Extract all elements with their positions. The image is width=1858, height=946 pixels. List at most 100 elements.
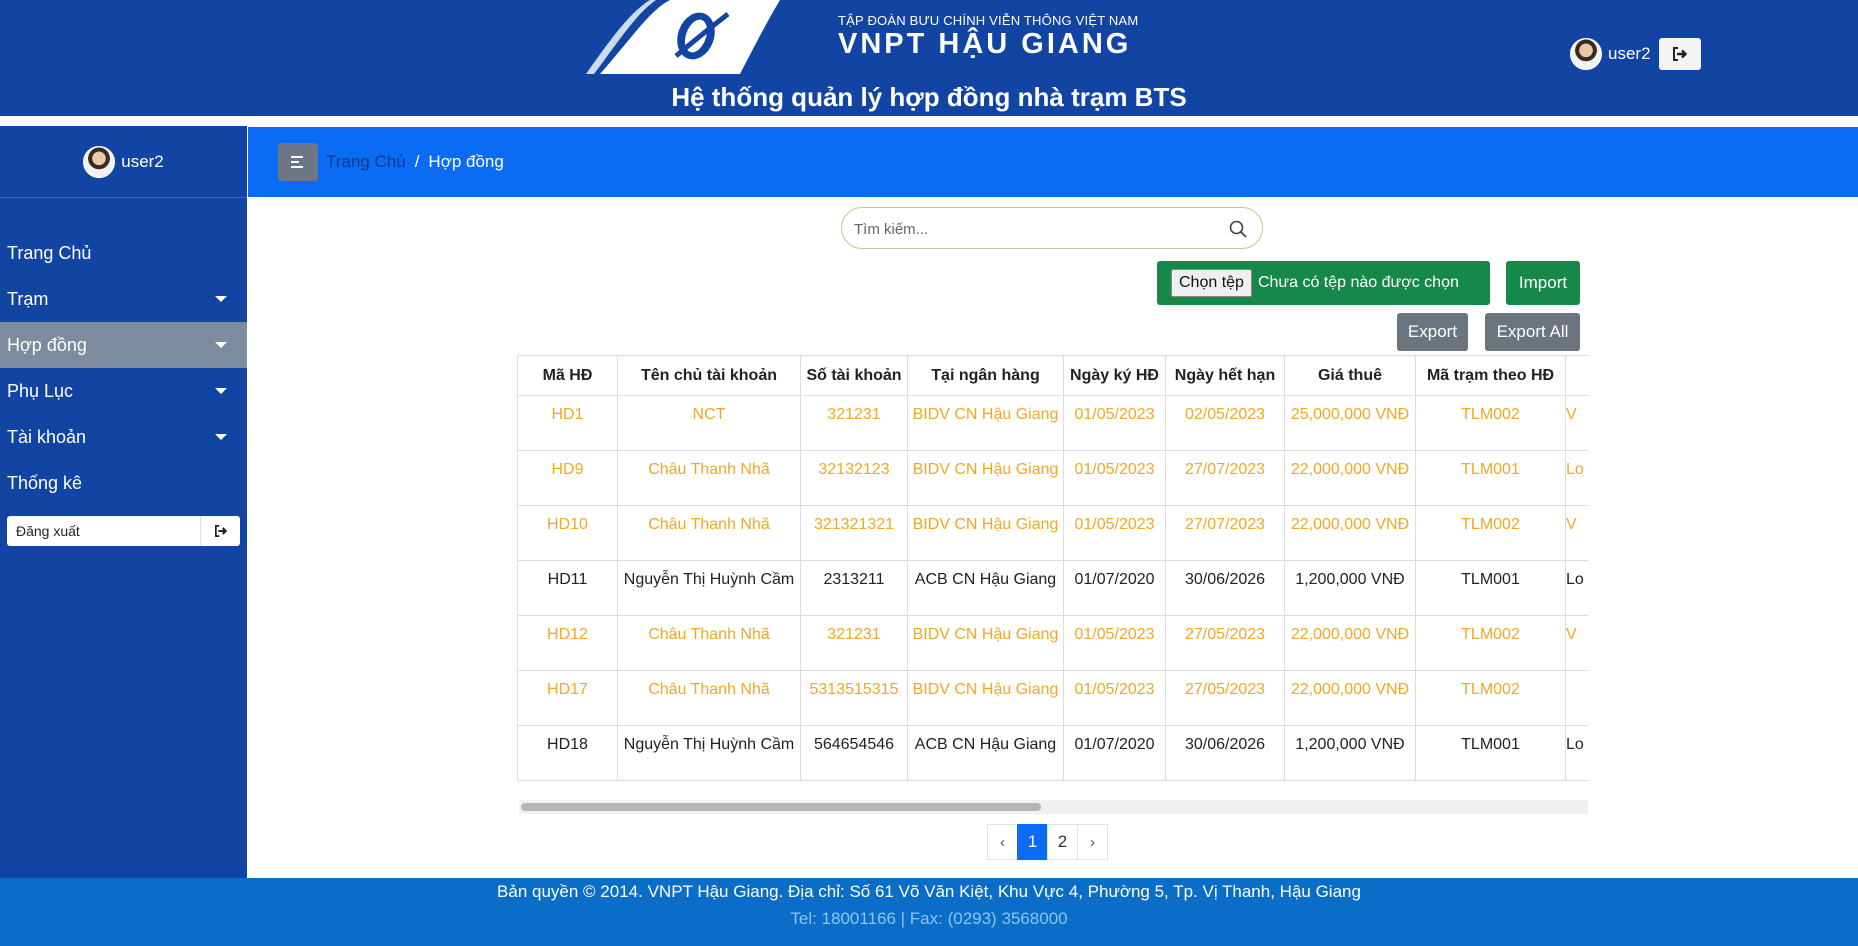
sidebar-item-label: Trang Chủ bbox=[7, 242, 92, 263]
table-row[interactable]: HD10 Châu Thanh Nhã 321321321 BIDV CN Hậu G… bbox=[517, 505, 1588, 561]
pagination: ‹ 1 2 › bbox=[987, 824, 1108, 860]
logout-icon bbox=[200, 516, 240, 546]
site-header: TẬP ĐOÀN BƯU CHÍNH VIỄN THÔNG VIỆT NAM V… bbox=[0, 0, 1858, 116]
table-cell: HD12 bbox=[517, 615, 618, 671]
table-cell: TLM002 bbox=[1415, 670, 1566, 726]
sidebar-item-hop-dong[interactable]: Hợp đồng bbox=[0, 322, 247, 368]
table-cell: Lo bbox=[1565, 560, 1588, 616]
table-cell: 27/07/2023 bbox=[1165, 505, 1285, 561]
table-cell: 5313515315 bbox=[800, 670, 908, 726]
table-cell: TLM002 bbox=[1415, 615, 1566, 671]
table-cell: 27/05/2023 bbox=[1165, 670, 1285, 726]
table-cell: ACB CN Hậu Giang bbox=[907, 560, 1064, 616]
table-row[interactable]: HD18 Nguyễn Thị Huỳnh Cầm 564654546 ACB CN … bbox=[517, 725, 1588, 781]
search-box bbox=[841, 207, 1263, 249]
table-row[interactable]: HD1 NCT 321231 BIDV CN Hậu Giang 01/05/2023 0… bbox=[517, 395, 1588, 451]
header-logout-button[interactable] bbox=[1658, 38, 1701, 70]
table-cell: 22,000,000 VNĐ bbox=[1284, 450, 1416, 506]
table-cell: HD1 bbox=[517, 395, 618, 451]
table-cell: BIDV CN Hậu Giang bbox=[907, 670, 1064, 726]
table-cell: 321321321 bbox=[800, 505, 908, 561]
breadcrumb-separator: / bbox=[414, 152, 420, 171]
breadcrumb-home-link[interactable]: Trang Chủ bbox=[326, 152, 406, 172]
table-cell: Châu Thanh Nhã bbox=[617, 450, 801, 506]
table-cell: Nguyễn Thị Huỳnh Cầm bbox=[617, 560, 801, 616]
sidebar-logout-button[interactable]: Đăng xuất bbox=[7, 516, 240, 546]
table-cell: NCT bbox=[617, 395, 801, 451]
table-cell: HD10 bbox=[517, 505, 618, 561]
pagination-page-2[interactable]: 2 bbox=[1047, 824, 1078, 860]
logout-label: Đăng xuất bbox=[16, 523, 80, 539]
table-cell bbox=[1565, 670, 1588, 726]
horizontal-scrollbar[interactable] bbox=[519, 800, 1588, 814]
table-cell: 27/07/2023 bbox=[1165, 450, 1285, 506]
table-cell: Châu Thanh Nhã bbox=[617, 505, 801, 561]
table-cell: TLM001 bbox=[1415, 450, 1566, 506]
table-cell: 22,000,000 VNĐ bbox=[1284, 615, 1416, 671]
brand-tagline: TẬP ĐOÀN BƯU CHÍNH VIỄN THÔNG VIỆT NAM bbox=[838, 13, 1139, 28]
table-cell: Lo bbox=[1565, 725, 1588, 781]
header-username[interactable]: user2 bbox=[1608, 44, 1651, 64]
table-cell: BIDV CN Hậu Giang bbox=[907, 615, 1064, 671]
sidebar-username: user2 bbox=[121, 151, 164, 171]
caret-down-icon bbox=[215, 434, 227, 440]
import-button[interactable]: Import bbox=[1506, 261, 1580, 305]
sidebar-item-label: Thống kê bbox=[7, 472, 83, 493]
pagination-next-button[interactable]: › bbox=[1077, 824, 1108, 860]
table-row[interactable]: HD12 Châu Thanh Nhã 321231 BIDV CN Hậu Gian… bbox=[517, 615, 1588, 671]
table-cell: 01/05/2023 bbox=[1063, 395, 1166, 451]
table-cell: 30/06/2026 bbox=[1165, 725, 1285, 781]
table-cell: 30/06/2026 bbox=[1165, 560, 1285, 616]
table-cell: 321231 bbox=[800, 615, 908, 671]
table-column-header: Tên chủ tài khoản bbox=[617, 355, 801, 396]
table-cell: 564654546 bbox=[800, 725, 908, 781]
sidebar-item-tai-khoan[interactable]: Tài khoản bbox=[0, 414, 247, 460]
table-cell: 01/07/2020 bbox=[1063, 725, 1166, 781]
avatar[interactable] bbox=[1570, 38, 1602, 70]
align-left-icon bbox=[291, 156, 303, 168]
scrollbar-thumb[interactable] bbox=[521, 803, 1041, 811]
table-row[interactable]: HD11 Nguyễn Thị Huỳnh Cầm 2313211 ACB CN Hậ… bbox=[517, 560, 1588, 616]
pagination-page-1[interactable]: 1 bbox=[1017, 824, 1048, 860]
table-cell: 01/05/2023 bbox=[1063, 615, 1166, 671]
sidebar-item-tram[interactable]: Trạm bbox=[0, 276, 247, 322]
table-cell: Nguyễn Thị Huỳnh Cầm bbox=[617, 725, 801, 781]
table-cell: 01/05/2023 bbox=[1063, 670, 1166, 726]
table-column-header bbox=[1565, 355, 1588, 396]
table-cell: BIDV CN Hậu Giang bbox=[907, 395, 1064, 451]
logout-icon bbox=[1672, 47, 1687, 61]
table-column-header: Mã HĐ bbox=[517, 355, 618, 396]
export-all-button[interactable]: Export All bbox=[1485, 313, 1580, 351]
table-cell: 01/05/2023 bbox=[1063, 505, 1166, 561]
table-cell: Châu Thanh Nhã bbox=[617, 615, 801, 671]
search-input[interactable] bbox=[854, 217, 1214, 241]
sidebar-item-trang-chu[interactable]: Trang Chủ bbox=[0, 230, 247, 276]
table-cell: HD18 bbox=[517, 725, 618, 781]
table-cell: HD17 bbox=[517, 670, 618, 726]
menu-toggle-button[interactable] bbox=[278, 143, 318, 181]
pagination-prev-button[interactable]: ‹ bbox=[987, 824, 1018, 860]
table-cell: TLM002 bbox=[1415, 395, 1566, 451]
table-cell: 22,000,000 VNĐ bbox=[1284, 670, 1416, 726]
table-cell: BIDV CN Hậu Giang bbox=[907, 505, 1064, 561]
sidebar-item-label: Hợp đồng bbox=[7, 334, 87, 355]
table-cell: 02/05/2023 bbox=[1165, 395, 1285, 451]
system-title: Hệ thống quản lý hợp đồng nhà trạm BTS bbox=[671, 82, 1187, 112]
search-icon[interactable] bbox=[1228, 219, 1248, 239]
avatar bbox=[83, 145, 116, 178]
table-cell: TLM002 bbox=[1415, 505, 1566, 561]
table-cell: 01/05/2023 bbox=[1063, 450, 1166, 506]
choose-file-button[interactable]: Chọn tệp bbox=[1171, 269, 1252, 297]
contract-table: Mã HĐ Tên chủ tài khoản Số tài khoản Tại ng… bbox=[517, 355, 1588, 781]
table-row[interactable]: HD9 Châu Thanh Nhã 32132123 BIDV CN Hậu Gia… bbox=[517, 450, 1588, 506]
table-row[interactable]: HD17 Châu Thanh Nhã 5313515315 BIDV CN Hậu … bbox=[517, 670, 1588, 726]
table-cell: 01/07/2020 bbox=[1063, 560, 1166, 616]
export-button[interactable]: Export bbox=[1397, 313, 1468, 351]
sidebar-item-thong-ke[interactable]: Thống kê bbox=[0, 460, 247, 506]
table-cell: TLM001 bbox=[1415, 725, 1566, 781]
sidebar-item-phu-luc[interactable]: Phụ Lục bbox=[0, 368, 247, 414]
breadcrumb: Trang Chủ / Hợp đồng bbox=[326, 152, 504, 172]
table-cell: 32132123 bbox=[800, 450, 908, 506]
header-user-menu: user2 bbox=[1570, 38, 1701, 70]
table-column-header: Mã trạm theo HĐ bbox=[1415, 355, 1566, 396]
